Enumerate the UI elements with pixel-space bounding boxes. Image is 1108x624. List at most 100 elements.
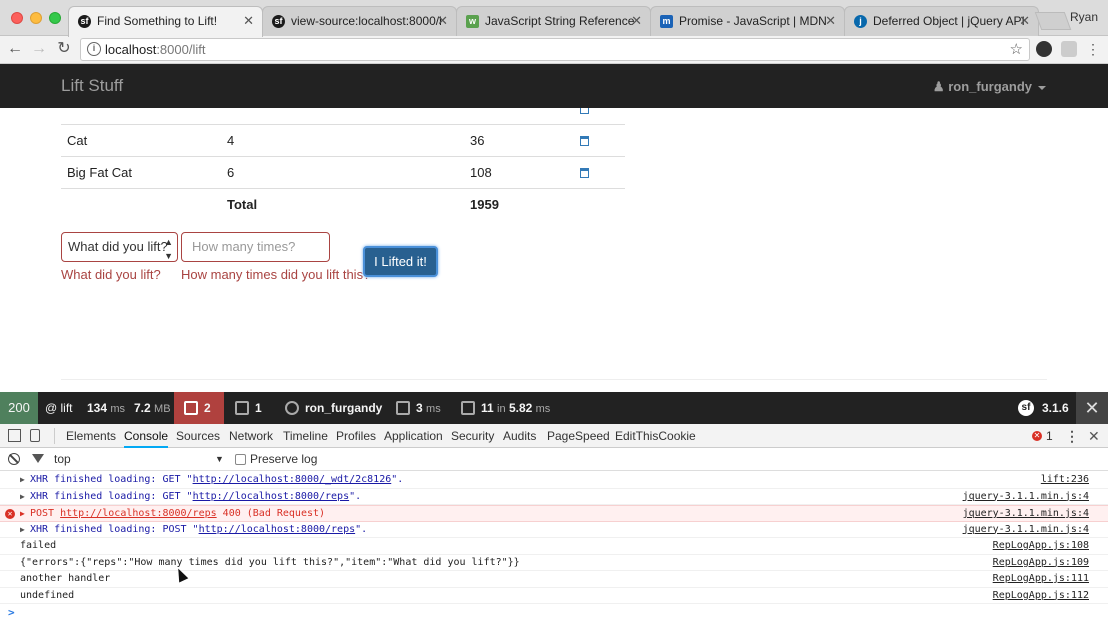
- extension-icon[interactable]: [1036, 41, 1052, 57]
- info-icon[interactable]: i: [87, 42, 101, 56]
- sf-user[interactable]: ron_furgandy: [285, 392, 382, 424]
- trash-icon[interactable]: [580, 168, 589, 178]
- console-message[interactable]: ▶ XHR finished loading: GET "http://loca…: [0, 472, 1108, 489]
- browser-tab-promise-mdn[interactable]: m Promise - JavaScript | MDN ✕: [650, 6, 845, 36]
- browser-tab-js-string[interactable]: w JavaScript String Reference ✕: [456, 6, 651, 36]
- console-link[interactable]: http://localhost:8000/_wdt/2c8126: [193, 474, 392, 485]
- console-message[interactable]: failed RepLogApp.js:108: [0, 538, 1108, 555]
- item-select[interactable]: What did you lift? ▲ ▼: [61, 232, 178, 262]
- devtools-tab-bar: Elements Console Sources Network Timelin…: [0, 424, 1108, 448]
- console-source-link[interactable]: lift:236: [1041, 472, 1089, 488]
- submit-lift-button[interactable]: I Lifted it!: [363, 246, 438, 277]
- context-selector[interactable]: top: [54, 448, 71, 471]
- address-bar[interactable]: i localhost:8000/lift ☆: [80, 38, 1030, 61]
- tab-audits[interactable]: Audits: [503, 424, 536, 448]
- console-source-link[interactable]: jquery-3.1.1.min.js:4: [963, 489, 1089, 505]
- console-message[interactable]: undefined RepLogApp.js:112: [0, 588, 1108, 604]
- bookmark-star-icon[interactable]: ☆: [1010, 40, 1023, 58]
- window-zoom-button[interactable]: [49, 12, 61, 24]
- console-source-link[interactable]: jquery-3.1.1.min.js:4: [963, 522, 1089, 538]
- console-text: {"errors":{"reps":"How many times did yo…: [20, 556, 520, 568]
- select-arrows-icon: ▲ ▼: [164, 237, 173, 261]
- device-mode-icon[interactable]: [30, 429, 40, 442]
- extension-g-icon[interactable]: [1061, 41, 1077, 57]
- tab-elements[interactable]: Elements: [66, 424, 116, 448]
- devtools-close-icon[interactable]: ✕: [1088, 424, 1100, 448]
- tab-pagespeed[interactable]: PageSpeed: [547, 424, 610, 448]
- browser-tab-jquery-deferred[interactable]: j Deferred Object | jQuery API ✕: [844, 6, 1039, 36]
- forward-arrow-icon[interactable]: →: [30, 40, 48, 58]
- lift-item: Cat: [61, 124, 221, 157]
- console-source-link[interactable]: jquery-3.1.1.min.js:4: [963, 506, 1089, 522]
- sf-ajax-requests[interactable]: 2: [174, 392, 224, 424]
- table-total-row: Total 1959: [61, 188, 625, 221]
- tab-close-icon[interactable]: ✕: [1019, 7, 1030, 35]
- tab-network[interactable]: Network: [229, 424, 273, 448]
- console-link[interactable]: http://localhost:8000/reps: [199, 524, 356, 535]
- sf-status-code[interactable]: 200: [0, 392, 38, 424]
- sf-route[interactable]: @ lift: [45, 392, 73, 424]
- symfony-icon: sf: [78, 15, 91, 28]
- clear-console-icon[interactable]: [8, 453, 20, 465]
- console-link[interactable]: http://localhost:8000/reps: [60, 508, 217, 519]
- symfony-debug-toolbar: 200 @ lift 134 ms 7.2 MB 2 1 ron_furgand…: [0, 392, 1108, 424]
- tab-editthiscookie[interactable]: EditThisCookie: [615, 424, 696, 448]
- new-tab-button[interactable]: [1034, 12, 1072, 30]
- browser-tab-view-source[interactable]: sf view-source:localhost:8000/l ✕: [262, 6, 457, 36]
- trash-icon[interactable]: [580, 136, 589, 146]
- tab-security[interactable]: Security: [451, 424, 494, 448]
- trash-icon[interactable]: [580, 108, 589, 114]
- tab-close-icon[interactable]: ✕: [825, 7, 836, 35]
- user-dropdown[interactable]: ♟ ron_furgandy: [933, 79, 1046, 95]
- browser-tab-find-something[interactable]: sf Find Something to Lift! ✕: [68, 6, 263, 37]
- console-source-link[interactable]: RepLogApp.js:108: [993, 538, 1089, 554]
- reload-icon[interactable]: ↻: [55, 40, 73, 58]
- footer-divider: [61, 379, 1047, 380]
- sf-forms[interactable]: 1: [235, 392, 262, 424]
- console-link[interactable]: http://localhost:8000/reps: [193, 491, 350, 502]
- window-minimize-button[interactable]: [30, 12, 42, 24]
- browser-profile-name[interactable]: Ryan: [1070, 10, 1098, 24]
- expand-triangle-icon[interactable]: ▶: [20, 522, 25, 538]
- console-source-link[interactable]: RepLogApp.js:112: [993, 588, 1089, 604]
- twig-icon: [396, 400, 410, 415]
- expand-triangle-icon[interactable]: ▶: [20, 472, 25, 488]
- sf-memory[interactable]: 7.2 MB: [134, 392, 171, 424]
- tab-close-icon[interactable]: ✕: [437, 7, 448, 35]
- console-message[interactable]: ▶ XHR finished loading: POST "http://loc…: [0, 522, 1108, 538]
- tab-console[interactable]: Console: [124, 424, 169, 448]
- tab-timeline[interactable]: Timeline: [283, 424, 328, 448]
- tab-close-icon[interactable]: ✕: [631, 7, 642, 35]
- sf-database[interactable]: 11 in 5.82 ms: [461, 392, 550, 424]
- console-message[interactable]: another handler RepLogApp.js:111: [0, 571, 1108, 588]
- console-text: undefined: [20, 589, 75, 601]
- chevron-down-icon[interactable]: ▼: [215, 448, 224, 471]
- preserve-log-checkbox[interactable]: [235, 454, 246, 465]
- url-text[interactable]: localhost:8000/lift: [105, 42, 205, 57]
- console-source-link[interactable]: RepLogApp.js:111: [993, 571, 1089, 587]
- console-prompt-icon[interactable]: >: [8, 606, 15, 619]
- sf-time[interactable]: 134 ms: [87, 392, 125, 424]
- sf-version[interactable]: sf 3.1.6: [1018, 392, 1069, 424]
- sf-twig[interactable]: 3 ms: [396, 392, 441, 424]
- tab-close-icon[interactable]: ✕: [243, 7, 254, 35]
- console-message[interactable]: {"errors":{"reps":"How many times did yo…: [0, 555, 1108, 571]
- error-count-badge[interactable]: ✕ 1: [1032, 424, 1053, 448]
- chrome-menu-icon[interactable]: ⋮: [1084, 40, 1102, 58]
- filter-icon[interactable]: [32, 454, 44, 463]
- navbar-brand[interactable]: Lift Stuff: [61, 76, 123, 96]
- console-message[interactable]: ▶ XHR finished loading: GET "http://loca…: [0, 489, 1108, 505]
- devtools-menu-icon[interactable]: ⋮: [1065, 424, 1079, 448]
- reps-input[interactable]: How many times?: [181, 232, 330, 262]
- window-close-button[interactable]: [11, 12, 23, 24]
- console-error-message[interactable]: ✕ ▶ POST http://localhost:8000/reps 400 …: [0, 505, 1108, 522]
- console-source-link[interactable]: RepLogApp.js:109: [993, 555, 1089, 571]
- back-arrow-icon[interactable]: ←: [6, 40, 24, 58]
- expand-triangle-icon[interactable]: ▶: [20, 506, 25, 522]
- tab-application[interactable]: Application: [384, 424, 443, 448]
- tab-profiles[interactable]: Profiles: [336, 424, 376, 448]
- inspect-element-icon[interactable]: [8, 429, 21, 442]
- tab-sources[interactable]: Sources: [176, 424, 220, 448]
- expand-triangle-icon[interactable]: ▶: [20, 489, 25, 505]
- sf-toolbar-close-icon[interactable]: ✕: [1076, 392, 1108, 424]
